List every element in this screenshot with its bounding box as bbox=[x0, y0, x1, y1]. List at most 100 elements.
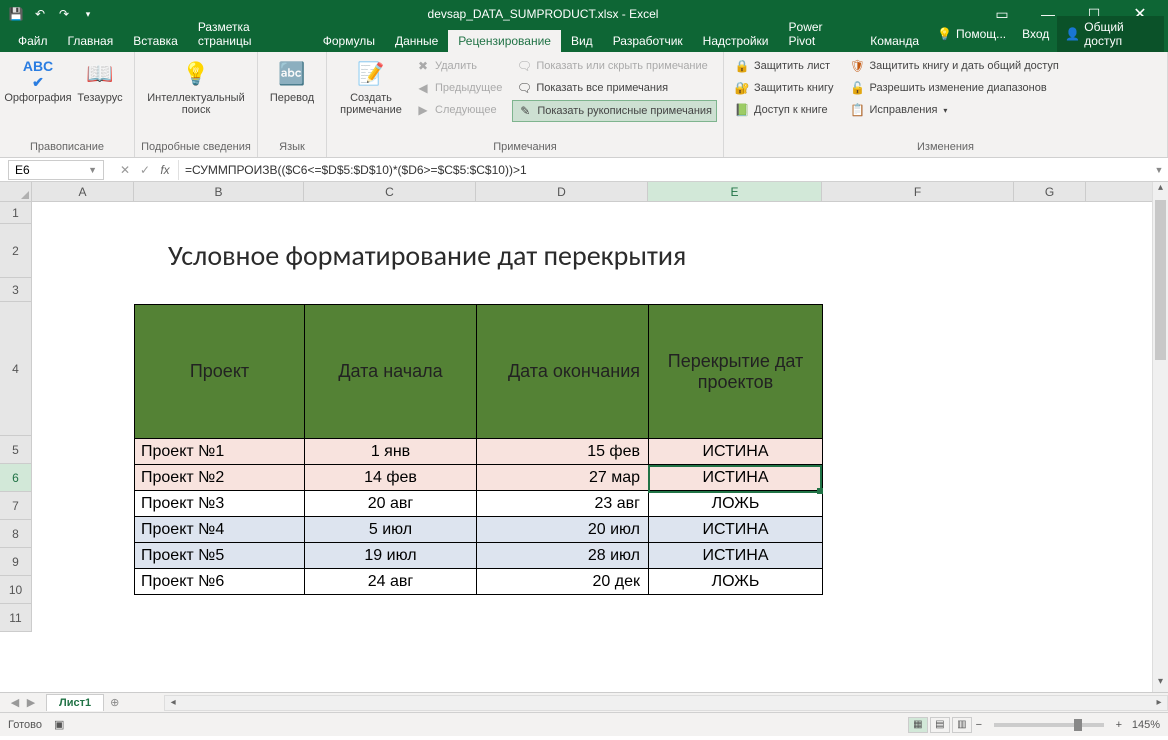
row-header-7[interactable]: 7 bbox=[0, 492, 32, 520]
row-header-1[interactable]: 1 bbox=[0, 202, 32, 224]
column-header-G[interactable]: G bbox=[1014, 182, 1086, 201]
tab-view[interactable]: Вид bbox=[561, 30, 603, 52]
cancel-icon[interactable]: ✕ bbox=[116, 163, 134, 177]
table-cell[interactable]: Проект №4 bbox=[135, 517, 305, 543]
signin[interactable]: Вход bbox=[1014, 23, 1057, 45]
row-header-6[interactable]: 6 bbox=[0, 464, 32, 492]
table-cell[interactable]: 14 фев bbox=[305, 465, 477, 491]
tab-page-layout[interactable]: Разметка страницы bbox=[188, 16, 313, 52]
table-header[interactable]: Дата начала bbox=[305, 305, 477, 439]
row-header-9[interactable]: 9 bbox=[0, 548, 32, 576]
row-header-4[interactable]: 4 bbox=[0, 302, 32, 436]
select-all-button[interactable] bbox=[0, 182, 32, 201]
table-cell[interactable]: 28 июл bbox=[477, 543, 649, 569]
fx-icon[interactable]: fx bbox=[156, 163, 174, 177]
table-cell[interactable]: Проект №5 bbox=[135, 543, 305, 569]
formula-expand-icon[interactable]: ▼ bbox=[1150, 165, 1168, 175]
row-header-10[interactable]: 10 bbox=[0, 576, 32, 604]
undo-icon[interactable]: ↶ bbox=[30, 4, 50, 24]
tell-me[interactable]: 💡Помощ... bbox=[929, 23, 1014, 45]
scroll-up-icon[interactable]: ▴ bbox=[1153, 182, 1168, 198]
vscroll-thumb[interactable] bbox=[1155, 200, 1166, 360]
row-header-2[interactable]: 2 bbox=[0, 224, 32, 278]
zoom-level[interactable]: 145% bbox=[1132, 719, 1160, 731]
table-cell[interactable]: 19 июл bbox=[305, 543, 477, 569]
view-normal-icon[interactable]: ▦ bbox=[908, 717, 928, 733]
table-cell[interactable]: 20 авг bbox=[305, 491, 477, 517]
scroll-down-icon[interactable]: ▾ bbox=[1153, 676, 1168, 692]
table-cell[interactable]: ИСТИНА bbox=[649, 517, 823, 543]
tab-formulas[interactable]: Формулы bbox=[313, 30, 385, 52]
table-header[interactable]: Дата окончания bbox=[477, 305, 649, 439]
tab-review[interactable]: Рецензирование bbox=[448, 30, 561, 52]
zoom-slider[interactable] bbox=[994, 723, 1104, 727]
table-cell[interactable]: 23 авг bbox=[477, 491, 649, 517]
view-page-layout-icon[interactable]: ▤ bbox=[930, 717, 950, 733]
row-header-3[interactable]: 3 bbox=[0, 278, 32, 302]
save-icon[interactable]: 💾 bbox=[6, 4, 26, 24]
table-header[interactable]: Перекрытие дат проектов bbox=[649, 305, 823, 439]
delete-comment-button[interactable]: ✖Удалить bbox=[411, 56, 506, 76]
column-header-D[interactable]: D bbox=[476, 182, 648, 201]
column-header-B[interactable]: B bbox=[134, 182, 304, 201]
tab-power-pivot[interactable]: Power Pivot bbox=[779, 16, 861, 52]
tab-data[interactable]: Данные bbox=[385, 30, 448, 52]
next-comment-button[interactable]: ▶Следующее bbox=[411, 100, 506, 120]
tab-team[interactable]: Команда bbox=[860, 30, 929, 52]
allow-edit-ranges-button[interactable]: 🔓Разрешить изменение диапазонов bbox=[846, 78, 1063, 98]
protect-workbook-button[interactable]: 🔐Защитить книгу bbox=[730, 78, 838, 98]
sheet-tab-active[interactable]: Лист1 bbox=[46, 694, 104, 711]
zoom-out-button[interactable]: − bbox=[972, 719, 986, 731]
table-cell[interactable]: Проект №3 bbox=[135, 491, 305, 517]
spelling-button[interactable]: ABC✔Орфография bbox=[6, 56, 70, 139]
tab-insert[interactable]: Вставка bbox=[123, 30, 188, 52]
smart-lookup-button[interactable]: 💡Интеллектуальный поиск bbox=[141, 56, 251, 139]
enter-icon[interactable]: ✓ bbox=[136, 163, 154, 177]
vertical-scrollbar[interactable]: ▴ ▾ bbox=[1152, 182, 1168, 692]
formula-input[interactable]: =СУММПРОИЗВ(($C6<=$D$5:$D$10)*($D6>=$C$5… bbox=[178, 160, 1150, 180]
thesaurus-button[interactable]: 📖Тезаурус bbox=[72, 56, 128, 139]
track-changes-button[interactable]: 📋Исправления▾ bbox=[846, 100, 1063, 120]
horizontal-scrollbar[interactable]: ◂ ▸ bbox=[164, 695, 1168, 711]
scroll-left-icon[interactable]: ◂ bbox=[165, 697, 181, 708]
column-header-F[interactable]: F bbox=[822, 182, 1014, 201]
table-cell[interactable]: ИСТИНА bbox=[649, 543, 823, 569]
qat-dropdown-icon[interactable]: ▾ bbox=[78, 4, 98, 24]
table-cell[interactable]: 15 фев bbox=[477, 439, 649, 465]
table-cell[interactable]: Проект №6 bbox=[135, 569, 305, 595]
table-cell[interactable]: 20 июл bbox=[477, 517, 649, 543]
row-header-5[interactable]: 5 bbox=[0, 436, 32, 464]
show-all-comments-button[interactable]: 🗨Показать все примечания bbox=[512, 78, 717, 98]
column-header-A[interactable]: A bbox=[32, 182, 134, 201]
column-header-C[interactable]: C bbox=[304, 182, 476, 201]
scroll-right-icon[interactable]: ▸ bbox=[1151, 697, 1167, 708]
tab-home[interactable]: Главная bbox=[58, 30, 124, 52]
table-cell[interactable]: 5 июл bbox=[305, 517, 477, 543]
add-sheet-button[interactable]: ⊕ bbox=[104, 696, 124, 709]
share-workbook-button[interactable]: 📗Доступ к книге bbox=[730, 100, 838, 120]
protect-share-button[interactable]: 🛡Защитить книгу и дать общий доступ bbox=[846, 56, 1063, 76]
translate-button[interactable]: 🔤Перевод bbox=[264, 56, 320, 139]
view-page-break-icon[interactable]: ▥ bbox=[952, 717, 972, 733]
protect-sheet-button[interactable]: 🔒Защитить лист bbox=[730, 56, 838, 76]
row-header-11[interactable]: 11 bbox=[0, 604, 32, 632]
tab-addins[interactable]: Надстройки bbox=[693, 30, 779, 52]
show-hide-comment-button[interactable]: 🗨Показать или скрыть примечание bbox=[512, 56, 717, 76]
share-button[interactable]: 👤Общий доступ bbox=[1057, 16, 1164, 52]
redo-icon[interactable]: ↷ bbox=[54, 4, 74, 24]
table-cell[interactable]: ИСТИНА bbox=[649, 439, 823, 465]
table-header[interactable]: Проект bbox=[135, 305, 305, 439]
name-box[interactable]: E6▼ bbox=[8, 160, 104, 180]
table-cell[interactable]: ИСТИНА bbox=[649, 465, 823, 491]
nav-prev-icon[interactable]: ◀ bbox=[8, 696, 22, 709]
nav-next-icon[interactable]: ▶ bbox=[24, 696, 38, 709]
table-cell[interactable]: 24 авг bbox=[305, 569, 477, 595]
zoom-thumb[interactable] bbox=[1074, 719, 1082, 731]
table-cell[interactable]: ЛОЖЬ bbox=[649, 569, 823, 595]
table-cell[interactable]: 20 дек bbox=[477, 569, 649, 595]
tab-file[interactable]: Файл bbox=[8, 30, 58, 52]
show-ink-button[interactable]: ✎Показать рукописные примечания bbox=[512, 100, 717, 122]
table-cell[interactable]: Проект №2 bbox=[135, 465, 305, 491]
row-header-8[interactable]: 8 bbox=[0, 520, 32, 548]
table-cell[interactable]: Проект №1 bbox=[135, 439, 305, 465]
